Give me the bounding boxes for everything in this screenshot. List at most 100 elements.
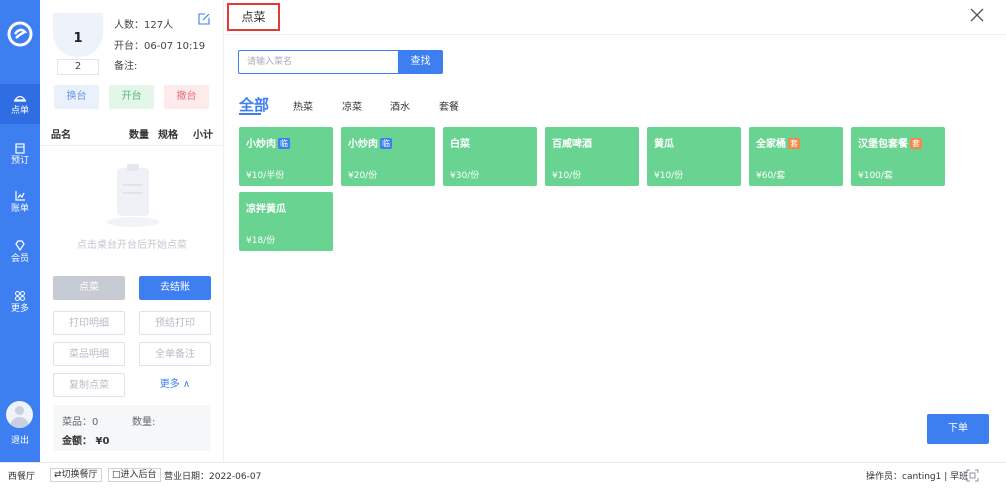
dish-name-text: 全家桶	[756, 139, 786, 150]
avatar[interactable]	[6, 401, 33, 428]
empty-clipboard-icon	[107, 164, 159, 227]
header-divider	[224, 34, 1006, 35]
page-title: 点菜	[227, 3, 280, 31]
copy-order-button[interactable]: 复制点菜	[53, 373, 125, 397]
dish-card[interactable]: 小炒肉临 ¥20/份	[341, 127, 435, 186]
dish-name-text: 百威啤酒	[552, 139, 592, 150]
category-tab-hot[interactable]: 热菜	[293, 98, 313, 113]
dish-name: 全家桶套	[756, 135, 800, 150]
dish-name: 小炒肉临	[348, 135, 392, 150]
open-table-button[interactable]: 开台	[109, 85, 154, 109]
nav-item-reserve[interactable]: 预订	[0, 142, 40, 167]
pre-checkout-print-button[interactable]: 预结打印	[139, 311, 211, 335]
nav-label: 点单	[10, 106, 29, 116]
dish-price: ¥10/份	[552, 171, 582, 181]
dish-tag-badge: 套	[788, 138, 800, 149]
category-underline	[239, 113, 261, 115]
dish-name: 白菜	[450, 135, 470, 150]
dish-name-text: 黄瓜	[654, 139, 674, 150]
summary-quantity: 数量:	[132, 417, 156, 428]
switch-restaurant-button[interactable]: ⇄切换餐厅	[50, 468, 102, 482]
enter-backend-button[interactable]: □进入后台	[108, 468, 161, 482]
table-seats: 2	[57, 59, 99, 75]
dish-card[interactable]: 百威啤酒 ¥10/份	[545, 127, 639, 186]
dish-name: 小炒肉临	[246, 135, 290, 150]
dish-card[interactable]: 汉堡包套餐套 ¥100/套	[851, 127, 945, 186]
more-grid-icon	[15, 291, 25, 301]
nav-item-bill[interactable]: 账单	[0, 190, 40, 215]
open-time: 开台：06-07 10:19	[114, 41, 206, 52]
clear-table-button[interactable]: 撤台	[164, 85, 209, 109]
dish-price: ¥60/套	[756, 171, 786, 181]
summary-amount: 金额： ¥0	[62, 436, 110, 447]
nav-rail: 点单 预订 账单 会员 更多 退出	[0, 0, 40, 462]
dish-search-input[interactable]	[238, 50, 398, 74]
dish-card[interactable]: 白菜 ¥30/份	[443, 127, 537, 186]
nav-label: 更多	[10, 304, 29, 314]
category-tab-all[interactable]: 全部	[239, 94, 269, 115]
dish-name-text: 白菜	[450, 139, 470, 150]
business-date: 营业日期：2022-06-07	[164, 472, 262, 482]
column-spec: 规格	[158, 130, 178, 141]
dish-tag-badge: 临	[278, 138, 290, 149]
restaurant-name: 西餐厅	[8, 472, 36, 482]
dish-name: 凉拌黄瓜	[246, 200, 286, 215]
nav-label: 账单	[10, 204, 29, 214]
close-icon[interactable]	[970, 8, 984, 22]
dish-card[interactable]: 黄瓜 ¥10/份	[647, 127, 741, 186]
guest-count: 人数：127人	[114, 20, 174, 31]
divider	[40, 145, 223, 146]
category-tab-combo[interactable]: 套餐	[439, 98, 459, 113]
dish-name-text: 凉拌黄瓜	[246, 204, 286, 215]
table-top: 1	[53, 13, 103, 57]
logout-label: 退出	[10, 436, 29, 446]
dish-name: 百威啤酒	[552, 135, 592, 150]
nav-item-order[interactable]: 点单	[0, 84, 40, 124]
dish-tag-badge: 套	[910, 138, 922, 149]
order-remark-button[interactable]: 全单备注	[139, 342, 211, 366]
order-summary: 菜品：0 数量: 金额： ¥0	[53, 405, 211, 451]
bill-chart-icon	[15, 191, 25, 201]
dish-price: ¥18/份	[246, 236, 276, 246]
nav-item-member[interactable]: 会员	[0, 240, 40, 265]
dish-price: ¥100/套	[858, 171, 893, 181]
dish-card[interactable]: 全家桶套 ¥60/套	[749, 127, 843, 186]
table-number: 1	[73, 31, 83, 46]
nav-label: 会员	[10, 254, 29, 264]
dish-price: ¥10/份	[654, 171, 684, 181]
checkout-button[interactable]: 去结账	[139, 276, 211, 300]
edit-icon[interactable]	[198, 13, 210, 25]
submit-order-button[interactable]: 下单	[927, 414, 989, 444]
fullscreen-icon[interactable]	[966, 469, 979, 482]
dish-icon	[14, 95, 26, 102]
search-button[interactable]: 查找	[398, 50, 443, 74]
avatar-head	[15, 406, 24, 415]
dish-name-text: 小炒肉	[348, 139, 378, 150]
print-detail-button[interactable]: 打印明细	[53, 311, 125, 335]
category-tab-drinks[interactable]: 酒水	[390, 98, 410, 113]
dish-price: ¥10/半份	[246, 171, 285, 181]
swap-table-button[interactable]: 换台	[54, 85, 99, 109]
dish-card[interactable]: 小炒肉临 ¥10/半份	[239, 127, 333, 186]
table-card[interactable]: 1 2	[53, 13, 103, 75]
nav-item-more[interactable]: 更多	[0, 290, 40, 315]
category-tab-cold[interactable]: 凉菜	[342, 98, 362, 113]
order-panel: 1 2 人数：127人 开台：06-07 10:19 备注: 换台 开台 撤台 …	[40, 0, 224, 462]
dish-tag-badge: 临	[380, 138, 392, 149]
column-qty: 数量	[129, 130, 149, 141]
dish-card[interactable]: 凉拌黄瓜 ¥18/份	[239, 192, 333, 251]
dish-name-text: 汉堡包套餐	[858, 139, 908, 150]
logout-button[interactable]: 退出	[0, 436, 40, 447]
empty-tip: 点击桌台开台后开始点菜	[77, 240, 187, 251]
more-actions-button[interactable]: 更多 ∧	[139, 373, 211, 397]
summary-dishes: 菜品：0	[62, 417, 99, 428]
nav-label: 预订	[10, 156, 29, 166]
calendar-icon	[15, 143, 25, 154]
dish-name: 黄瓜	[654, 135, 674, 150]
dish-detail-button[interactable]: 菜品明细	[53, 342, 125, 366]
column-subtotal: 小计	[193, 130, 213, 141]
order-dish-button[interactable]: 点菜	[53, 276, 125, 300]
operator-info: 操作员：canting1 | 早班	[866, 472, 969, 482]
column-name: 品名	[51, 130, 71, 141]
status-bar: 西餐厅 ⇄切换餐厅 □进入后台 营业日期：2022-06-07 操作员：cant…	[0, 462, 1006, 488]
